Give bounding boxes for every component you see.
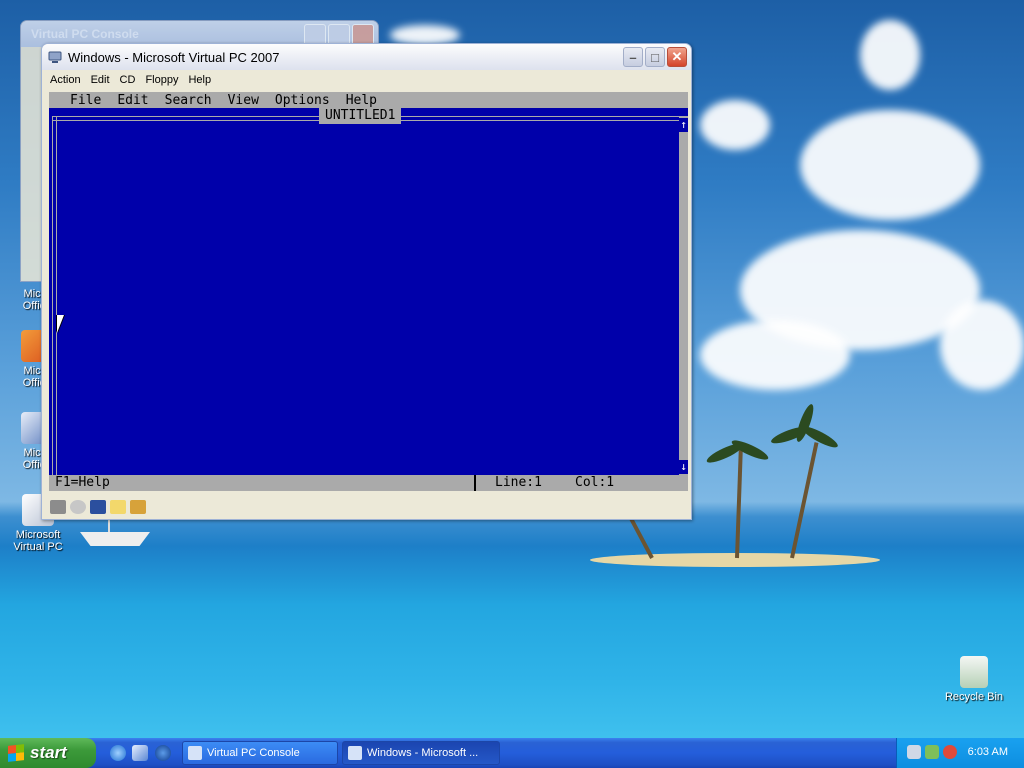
- dos-editor-screen[interactable]: File Edit Search View Options Help UNTIT…: [49, 92, 688, 491]
- status-line: Line:1: [495, 475, 542, 490]
- scroll-down-arrow[interactable]: ↓: [679, 460, 688, 474]
- cloud: [800, 110, 980, 220]
- virtual-pc-icon: [48, 51, 62, 63]
- cd-icon[interactable]: [70, 500, 86, 514]
- cloud: [390, 25, 460, 45]
- start-label: start: [30, 743, 67, 762]
- editor-menu-search[interactable]: Search: [165, 93, 212, 108]
- editor-menu-file[interactable]: File: [70, 93, 101, 108]
- taskbar: start Virtual PC Console Windows - Micro…: [0, 738, 1024, 768]
- menu-edit[interactable]: Edit: [86, 74, 115, 86]
- cloud: [940, 300, 1024, 390]
- close-button[interactable]: ✕: [667, 47, 687, 67]
- palm-trunk: [790, 442, 819, 559]
- document-title: UNTITLED1: [319, 108, 402, 124]
- system-tray: 6:03 AM: [896, 738, 1024, 768]
- globe-icon[interactable]: [155, 745, 171, 761]
- network-icon[interactable]: [130, 500, 146, 514]
- window-title: Windows - Microsoft Virtual PC 2007: [68, 49, 280, 65]
- task-label: Windows - Microsoft ...: [367, 747, 479, 759]
- virtual-pc-window[interactable]: Windows - Microsoft Virtual PC 2007 – □ …: [41, 43, 692, 520]
- sailboat: [80, 532, 150, 546]
- editor-menu-view[interactable]: View: [228, 93, 259, 108]
- floppy-icon[interactable]: [90, 500, 106, 514]
- console-title: Virtual PC Console: [31, 27, 139, 41]
- window-buttons: – □ ✕: [623, 47, 687, 67]
- cloud: [700, 320, 850, 390]
- status-column: Col:1: [575, 475, 615, 490]
- clock[interactable]: 6:03 AM: [968, 746, 1008, 758]
- vpc-menubar: Action Edit CD Floppy Help: [42, 70, 691, 90]
- windows-flag-icon: [8, 744, 24, 762]
- editor-document-area[interactable]: UNTITLED1 ↑ ↓: [49, 108, 688, 492]
- cloud: [860, 20, 920, 90]
- menu-action[interactable]: Action: [45, 74, 86, 86]
- network-icon[interactable]: [907, 745, 921, 759]
- start-button[interactable]: start: [0, 738, 96, 768]
- recycle-bin-icon: [960, 656, 988, 688]
- status-help: F1=Help: [55, 475, 110, 490]
- task-virtual-pc-console[interactable]: Virtual PC Console: [182, 741, 338, 765]
- shared-folder-icon[interactable]: [110, 500, 126, 514]
- menu-cd[interactable]: CD: [115, 74, 141, 86]
- editor-menu-edit[interactable]: Edit: [117, 93, 148, 108]
- maximize-button[interactable]: □: [645, 47, 665, 67]
- editor-menu-options[interactable]: Options: [275, 93, 330, 108]
- cloud: [700, 100, 770, 150]
- editor-status-bar: F1=Help Line:1 Col:1: [49, 475, 688, 491]
- task-label: Virtual PC Console: [207, 747, 300, 759]
- vpc-titlebar[interactable]: Windows - Microsoft Virtual PC 2007 – □ …: [42, 44, 691, 70]
- task-windows-virtual-pc[interactable]: Windows - Microsoft ...: [342, 741, 500, 765]
- virtual-pc-icon: [348, 746, 362, 760]
- scroll-up-arrow[interactable]: ↑: [679, 118, 688, 132]
- minimize-button[interactable]: –: [623, 47, 643, 67]
- frame-left-border: [52, 116, 57, 476]
- editor-menubar: File Edit Search View Options Help: [49, 92, 688, 108]
- vpc-tray-icon[interactable]: [925, 745, 939, 759]
- editor-menu-help[interactable]: Help: [346, 93, 377, 108]
- virtual-pc-icon: [188, 746, 202, 760]
- mouse-cursor-icon: [57, 315, 64, 333]
- desktop-icon-label: Microsoft Virtual PC: [13, 529, 63, 553]
- status-separator: [474, 475, 476, 491]
- vpc-icon[interactable]: [132, 745, 148, 761]
- menu-floppy[interactable]: Floppy: [140, 74, 183, 86]
- menu-help[interactable]: Help: [183, 74, 216, 86]
- vertical-scrollbar[interactable]: ↑ ↓: [679, 116, 688, 476]
- desktop-icon-label: Recycle Bin: [944, 691, 1004, 703]
- ie-icon[interactable]: [110, 745, 126, 761]
- palm-trunk: [735, 449, 743, 559]
- desktop-icon-recycle-bin[interactable]: Recycle Bin: [937, 656, 1011, 703]
- hard-disk-icon[interactable]: [50, 500, 66, 514]
- shield-icon[interactable]: [943, 745, 957, 759]
- vpc-status-bar: [42, 495, 699, 519]
